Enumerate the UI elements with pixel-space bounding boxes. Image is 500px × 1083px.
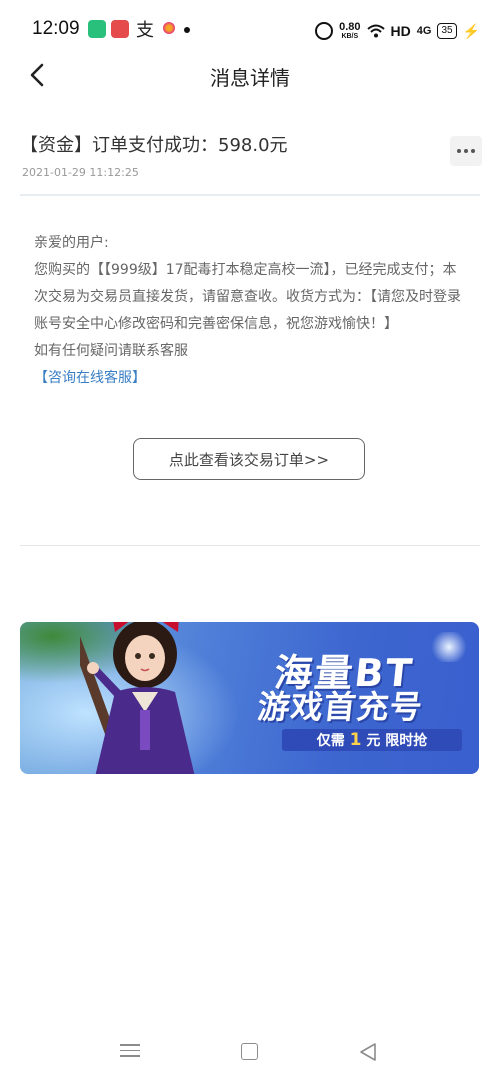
network-speed: 0.80 KB/S [339, 21, 361, 41]
wifi-icon [366, 24, 385, 38]
more-notifications-dot-icon [184, 27, 190, 33]
alipay-notification-icon: 支 [136, 20, 154, 41]
app-notification-icon [111, 20, 129, 38]
signal-icon: 4G [416, 25, 432, 37]
view-order-button[interactable]: 点此查看该交易订单>> [133, 438, 365, 480]
status-time: 12:09 [32, 18, 80, 39]
hd-indicator: HD [390, 23, 411, 39]
promo-banner[interactable]: 海量BT 游戏首充号 仅需 1 元 限时抢 [20, 622, 479, 774]
more-options-button[interactable] [450, 136, 482, 166]
home-icon[interactable] [241, 1043, 258, 1060]
divider [20, 545, 480, 546]
status-indicators: 0.80 KB/S HD 4G 35 ⚡ [315, 18, 480, 44]
charging-icon: ⚡ [462, 22, 480, 39]
recent-apps-icon[interactable] [120, 1044, 140, 1058]
game-character-illustration [80, 622, 195, 774]
banner-headline: 游戏首充号 [255, 688, 425, 726]
battery-icon: 35 [437, 23, 457, 39]
status-bar: 12:09 支 0.80 KB/S HD 4G 35 ⚡ [0, 0, 500, 60]
nav-bar: 消息详情 [0, 52, 500, 100]
contact-note: 如有任何疑问请联系客服 [34, 343, 188, 359]
banner-price-tag: 仅需 1 元 限时抢 [282, 729, 462, 751]
app-notification-icon [163, 22, 175, 34]
greeting-text: 亲爱的用户: [34, 235, 109, 251]
system-nav-bar [0, 1030, 500, 1080]
more-dots-icon [457, 149, 461, 153]
message-title: 【资金】订单支付成功：598.0元 [20, 135, 288, 156]
alarm-icon [315, 22, 334, 40]
online-service-link[interactable]: 【咨询在线客服】 [34, 370, 146, 386]
app-notification-icon [88, 20, 106, 38]
message-timestamp: 2021-01-29 11:12:25 [22, 166, 139, 179]
system-back-icon[interactable] [358, 1042, 378, 1062]
page-title: 消息详情 [210, 66, 290, 90]
divider [20, 194, 480, 196]
body-paragraph: 您购买的【【999级】17配毒打本稳定高校一流】，已经完成支付；本次交易为交易员… [34, 262, 461, 332]
message-body: 亲爱的用户: 您购买的【【999级】17配毒打本稳定高校一流】，已经完成支付；本… [34, 230, 470, 392]
